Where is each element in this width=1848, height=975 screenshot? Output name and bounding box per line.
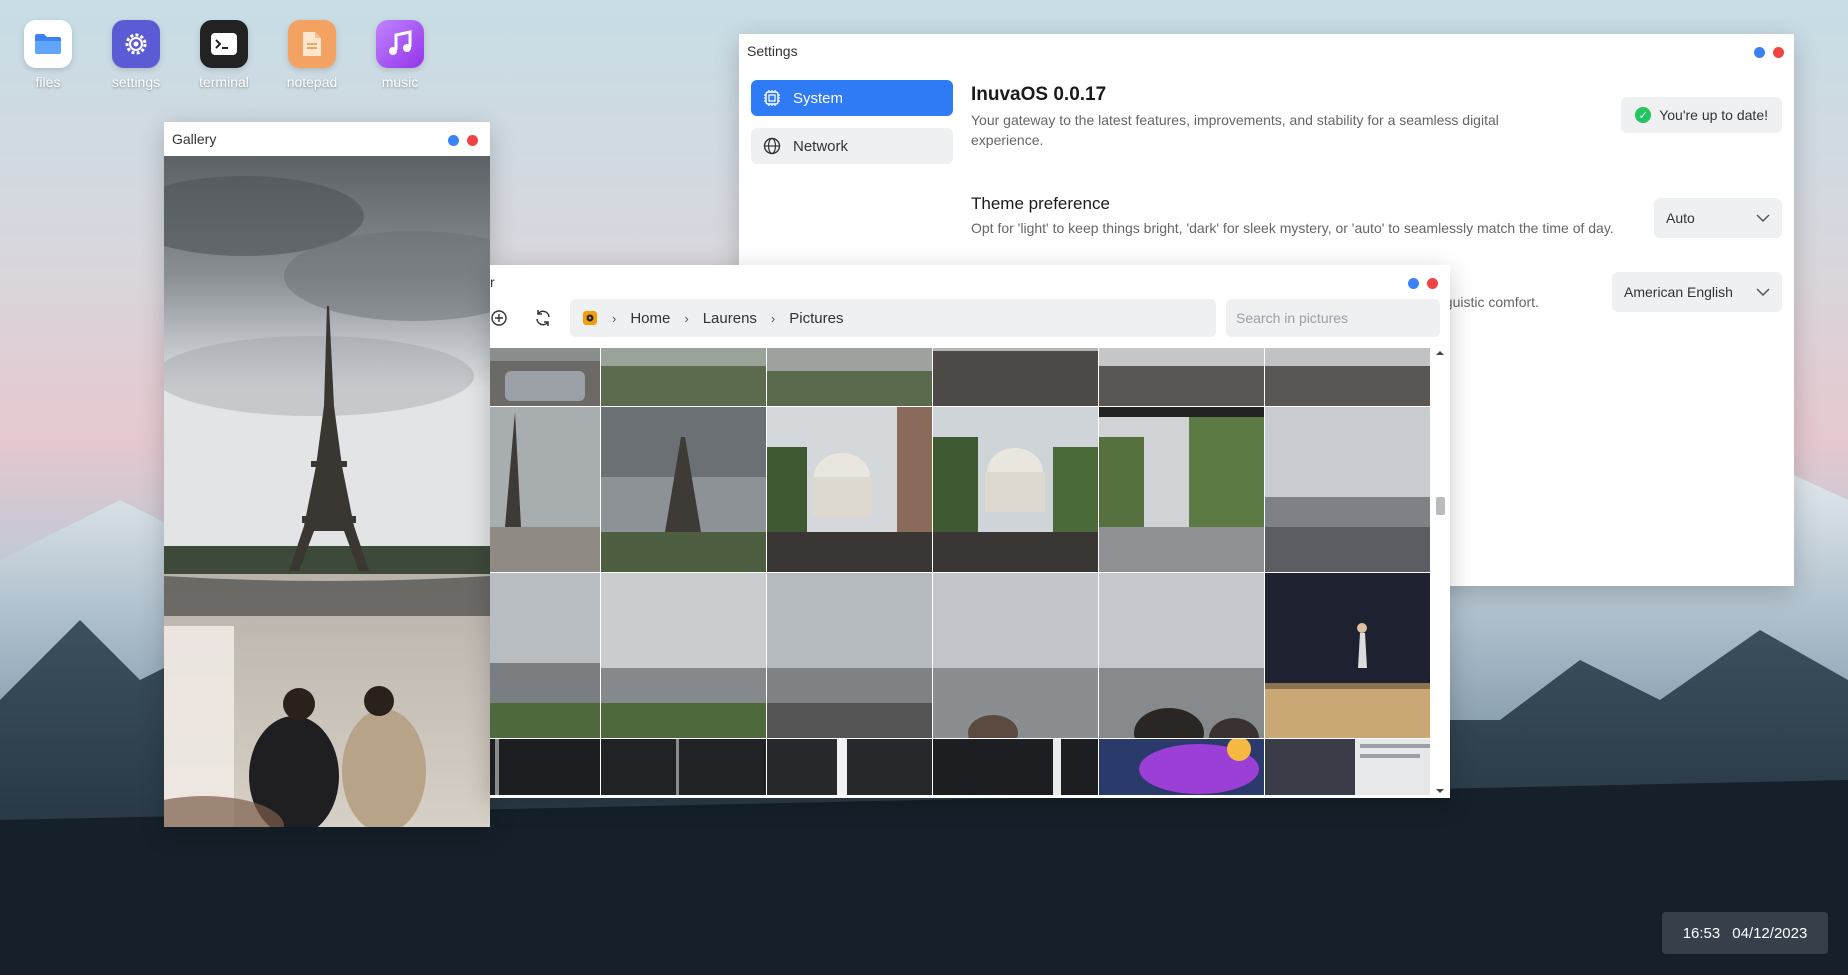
clock-time: 16:53: [1682, 924, 1721, 942]
terminal-icon: [200, 20, 248, 68]
image-thumbnail[interactable]: [601, 739, 766, 795]
theme-section: Theme preference Opt for 'light' to keep…: [971, 194, 1782, 268]
desktop-icon-notepad[interactable]: notepad: [272, 20, 352, 90]
breadcrumb-home[interactable]: Home: [630, 310, 670, 327]
cpu-icon: [764, 90, 780, 106]
thumbnail-grid: [490, 348, 1440, 795]
scroll-down-arrow-icon[interactable]: [1435, 787, 1445, 795]
image-thumbnail[interactable]: [767, 348, 932, 406]
search-input[interactable]: [1226, 299, 1440, 337]
chevron-right-icon: ›: [770, 310, 776, 326]
image-thumbnail[interactable]: [1265, 348, 1430, 406]
gear-icon: [112, 20, 160, 68]
language-description: nguistic comfort.: [1437, 294, 1539, 310]
image-thumbnail[interactable]: [1099, 739, 1264, 795]
image-thumbnail[interactable]: [933, 407, 1098, 572]
theme-description: Opt for 'light' to keep things bright, '…: [971, 220, 1614, 236]
image-thumbnail[interactable]: [490, 573, 600, 738]
folder-icon: [24, 20, 72, 68]
sidebar-item-system[interactable]: System: [751, 80, 953, 116]
breadcrumb-pictures[interactable]: Pictures: [789, 310, 843, 327]
explorer-titlebar[interactable]: r: [490, 265, 1450, 299]
image-thumbnail[interactable]: [1265, 407, 1430, 572]
image-thumbnail[interactable]: [767, 739, 932, 795]
minimize-button[interactable]: [1754, 47, 1765, 58]
refresh-icon: [536, 310, 550, 326]
minimize-button[interactable]: [448, 135, 459, 146]
document-icon: [288, 20, 336, 68]
image-thumbnail[interactable]: [1265, 573, 1430, 738]
taskbar-clock[interactable]: 16:53 04/12/2023: [1662, 912, 1828, 954]
settings-sidebar: System Network: [751, 80, 953, 176]
chevron-down-icon: [1756, 288, 1770, 297]
window-title: r: [490, 274, 495, 290]
desktop-icon-label: settings: [111, 74, 161, 90]
window-title: Settings: [747, 43, 798, 59]
desktop-icon-label: files: [35, 74, 61, 90]
minimize-button[interactable]: [1408, 278, 1419, 289]
sidebar-item-network[interactable]: Network: [751, 128, 953, 164]
sidebar-item-label: Network: [793, 137, 849, 155]
vertical-scrollbar[interactable]: [1434, 351, 1446, 793]
image-thumbnail[interactable]: [767, 573, 932, 738]
new-folder-button[interactable]: [490, 305, 512, 331]
close-button[interactable]: [1427, 278, 1438, 289]
language-select[interactable]: American English: [1612, 272, 1782, 312]
image-thumbnail[interactable]: [601, 407, 766, 572]
disk-icon[interactable]: [582, 310, 598, 326]
settings-titlebar[interactable]: Settings: [739, 34, 1794, 68]
desktop-icon-label: notepad: [286, 74, 338, 90]
explorer-toolbar: › Home › Laurens › Pictures: [490, 299, 1450, 341]
update-status-text: You're up to date!: [1659, 107, 1768, 123]
image-thumbnail[interactable]: [1099, 407, 1264, 572]
refresh-button[interactable]: [530, 305, 556, 331]
image-thumbnail[interactable]: [933, 573, 1098, 738]
os-version-description: Your gateway to the latest features, imp…: [971, 112, 1499, 148]
window-title: Gallery: [172, 131, 217, 147]
chevron-right-icon: ›: [612, 310, 617, 326]
image-thumbnail[interactable]: [601, 573, 766, 738]
breadcrumb: › Home › Laurens › Pictures: [570, 299, 1216, 337]
os-version-section: InuvaOS 0.0.17 Your gateway to the lates…: [971, 84, 1782, 194]
image-thumbnail[interactable]: [1099, 573, 1264, 738]
checkmark-icon: ✓: [1635, 107, 1652, 123]
plus-circle-icon: [491, 310, 507, 326]
gallery-window: Gallery: [164, 122, 490, 827]
desktop-icon-label: terminal: [199, 74, 249, 90]
image-thumbnail[interactable]: [490, 348, 600, 406]
desktop-icon-settings[interactable]: settings: [96, 20, 176, 90]
scroll-up-arrow-icon[interactable]: [1435, 349, 1445, 357]
image-thumbnail[interactable]: [490, 407, 600, 572]
breadcrumb-laurens[interactable]: Laurens: [703, 310, 757, 327]
image-thumbnail[interactable]: [490, 739, 600, 795]
close-button[interactable]: [467, 135, 478, 146]
chevron-right-icon: ›: [684, 310, 689, 326]
language-select-value: American English: [1624, 284, 1733, 300]
close-button[interactable]: [1773, 47, 1784, 58]
theme-select[interactable]: Auto: [1654, 198, 1782, 238]
gallery-titlebar[interactable]: Gallery: [164, 122, 490, 156]
file-explorer-window: r › Home › Laurens › Pictures: [490, 265, 1450, 798]
image-thumbnail[interactable]: [933, 739, 1098, 795]
desktop-icon-terminal[interactable]: terminal: [184, 20, 264, 90]
update-status-badge: ✓ You're up to date!: [1621, 97, 1782, 133]
desktop-icon-music[interactable]: music: [360, 20, 440, 90]
image-thumbnail[interactable]: [1099, 348, 1264, 406]
image-thumbnail[interactable]: [601, 348, 766, 406]
image-thumbnail[interactable]: [933, 348, 1098, 406]
sidebar-item-label: System: [793, 89, 844, 107]
desktop-icon-label: music: [381, 74, 419, 90]
theme-select-value: Auto: [1666, 210, 1695, 226]
chevron-down-icon: [1756, 214, 1770, 223]
scrollbar-thumb[interactable]: [1436, 497, 1445, 515]
image-thumbnail[interactable]: [767, 407, 932, 572]
image-thumbnail[interactable]: [1265, 739, 1430, 795]
desktop-icon-files[interactable]: files: [8, 20, 88, 90]
clock-date: 04/12/2023: [1732, 924, 1808, 942]
gallery-image-eiffel-tower: [164, 156, 490, 827]
globe-icon: [763, 137, 781, 155]
music-note-icon: [376, 20, 424, 68]
